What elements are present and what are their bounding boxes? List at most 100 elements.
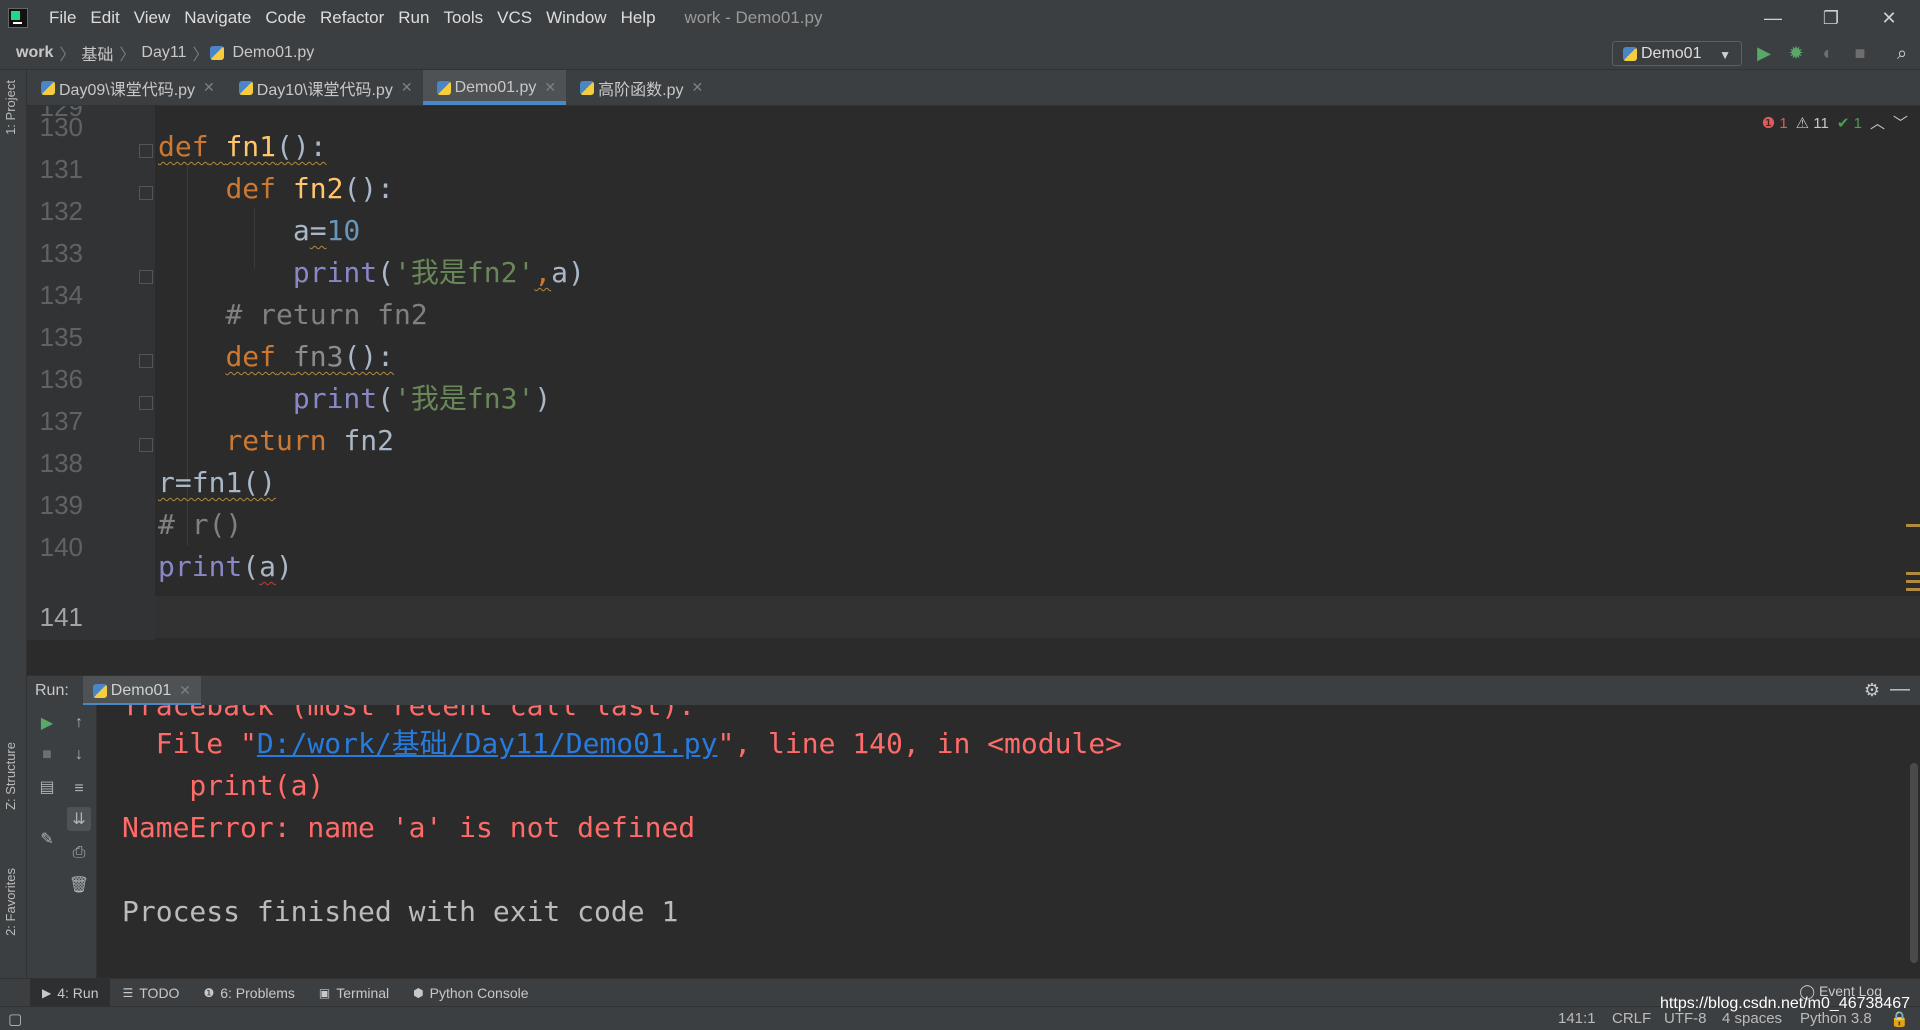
close-tab-icon[interactable]: ✕ bbox=[544, 79, 556, 96]
run-icon[interactable]: ▶ bbox=[1752, 41, 1776, 65]
editor-tab-active[interactable]: Demo01.py ✕ bbox=[422, 70, 567, 105]
breadcrumb-separator: 〉 bbox=[59, 46, 76, 64]
run-configuration-select[interactable]: Demo01 ▼ bbox=[1612, 41, 1742, 66]
error-stripe-marker[interactable] bbox=[1906, 572, 1920, 575]
menu-tools[interactable]: Tools bbox=[436, 8, 490, 28]
fold-marker-icon[interactable] bbox=[139, 438, 153, 452]
caret-position[interactable]: 141:1 bbox=[1558, 1010, 1596, 1027]
fold-marker-icon[interactable] bbox=[139, 144, 153, 158]
stop-icon[interactable]: ■ bbox=[1848, 41, 1872, 65]
code-line: def fn3(): bbox=[225, 340, 395, 373]
gear-icon[interactable]: ⚙ bbox=[1864, 680, 1880, 701]
line-number: 132 bbox=[39, 196, 83, 226]
editor-tab[interactable]: 高阶函数.py ✕ bbox=[566, 70, 713, 105]
down-arrow-icon[interactable]: ↓ bbox=[67, 743, 91, 767]
close-tab-icon[interactable]: ✕ bbox=[203, 79, 215, 96]
previous-highlight-icon[interactable]: ︿ bbox=[1870, 112, 1885, 133]
editor-tab[interactable]: Day10\课堂代码.py ✕ bbox=[225, 70, 423, 105]
menu-navigate[interactable]: Navigate bbox=[177, 8, 258, 28]
file-link[interactable]: D:/work/基础/Day11/Demo01.py bbox=[257, 727, 718, 760]
run-configuration-label: Demo01 bbox=[1641, 44, 1702, 62]
breadcrumb-folder[interactable]: 基础 bbox=[77, 41, 117, 65]
error-stripe-marker[interactable] bbox=[1906, 524, 1920, 527]
breadcrumb-subfolder[interactable]: Day11 bbox=[137, 44, 190, 62]
warning-count-badge[interactable]: ⚠ 11 bbox=[1796, 114, 1829, 132]
menu-file[interactable]: File bbox=[42, 8, 83, 28]
fold-marker-icon[interactable] bbox=[139, 396, 153, 410]
pin-tab-icon[interactable]: ✎ bbox=[35, 827, 59, 851]
run-console-output[interactable]: Traceback (most recent call last): File … bbox=[97, 705, 1920, 978]
close-tab-icon[interactable]: ✕ bbox=[691, 79, 703, 96]
minimize-window-icon[interactable]: — bbox=[1744, 0, 1802, 36]
fold-marker-icon[interactable] bbox=[139, 354, 153, 368]
menu-edit[interactable]: Edit bbox=[83, 8, 126, 28]
error-stripe-marker[interactable] bbox=[1906, 580, 1920, 583]
menu-view[interactable]: View bbox=[127, 8, 178, 28]
console-line: File "D:/work/基础/Day11/Demo01.py", line … bbox=[122, 727, 1123, 760]
run-tab[interactable]: Demo01 ✕ bbox=[82, 675, 202, 706]
menu-help[interactable]: Help bbox=[614, 8, 663, 28]
console-exit-line: Process finished with exit code 1 bbox=[122, 895, 679, 928]
editor-tab[interactable]: Day09\课堂代码.py ✕ bbox=[27, 70, 225, 105]
console-scrollbar[interactable] bbox=[1910, 763, 1918, 963]
fold-marker-icon[interactable] bbox=[139, 270, 153, 284]
code-editor[interactable]: 129 130 131 132 133 134 135 136 137 138 … bbox=[27, 106, 1920, 640]
tool-window-run[interactable]: ▶ 4: Run bbox=[30, 978, 111, 1007]
run-icon: ▶ bbox=[42, 985, 52, 1000]
rerun-icon[interactable]: ▶ bbox=[35, 711, 59, 735]
menu-run[interactable]: Run bbox=[391, 8, 436, 28]
line-number-gutter[interactable]: 129 130 131 132 133 134 135 136 137 138 … bbox=[27, 106, 155, 640]
run-tab-label: Demo01 bbox=[110, 681, 172, 699]
editor-tab-label: Demo01.py bbox=[454, 78, 537, 96]
soft-wrap-icon[interactable]: ≡ bbox=[67, 777, 91, 801]
weak-warning-count-badge[interactable]: ✔ 1 bbox=[1837, 114, 1862, 132]
print-icon[interactable]: ⎙ bbox=[67, 841, 91, 865]
restore-window-icon[interactable]: ❐ bbox=[1802, 0, 1860, 36]
tool-window-python-console[interactable]: ⬢ Python Console bbox=[401, 979, 540, 1007]
inspection-widget[interactable]: ❶ 1 ⚠ 11 ✔ 1 ︿ ﹀ bbox=[1762, 112, 1908, 133]
editor-tab-bar: Day09\课堂代码.py ✕ Day10\课堂代码.py ✕ Demo01.p… bbox=[27, 70, 1920, 106]
menu-window[interactable]: Window bbox=[539, 8, 613, 28]
tool-tab-project[interactable]: 1: Project bbox=[3, 80, 18, 135]
code-line: return fn2 bbox=[225, 424, 395, 457]
breadcrumb-project[interactable]: work bbox=[12, 44, 57, 62]
error-count-badge[interactable]: ❶ 1 bbox=[1762, 114, 1788, 132]
tool-tab-structure[interactable]: Z: Structure bbox=[3, 742, 18, 810]
code-line: print(a) bbox=[158, 550, 293, 583]
line-number: 140 bbox=[39, 532, 83, 562]
coverage-icon[interactable]: ◐ bbox=[1816, 41, 1840, 65]
debug-icon[interactable]: ✹ bbox=[1784, 41, 1808, 65]
stop-icon[interactable]: ■ bbox=[35, 743, 59, 767]
restore-layout-icon[interactable]: ▤ bbox=[35, 775, 59, 799]
python-file-icon bbox=[41, 80, 55, 95]
menu-vcs[interactable]: VCS bbox=[490, 8, 539, 28]
tool-window-terminal[interactable]: ▣ Terminal bbox=[307, 979, 401, 1007]
tool-window-todo[interactable]: ☰ TODO bbox=[110, 979, 191, 1007]
tool-window-problems[interactable]: ❶ 6: Problems bbox=[191, 979, 306, 1007]
close-window-icon[interactable]: ✕ bbox=[1860, 0, 1918, 36]
python-file-icon bbox=[238, 80, 253, 95]
breadcrumb-file[interactable]: Demo01.py bbox=[228, 44, 318, 62]
breadcrumb-separator: 〉 bbox=[119, 46, 136, 64]
error-stripe-marker[interactable] bbox=[1906, 588, 1920, 591]
line-number: 133 bbox=[39, 238, 83, 268]
menu-refactor[interactable]: Refactor bbox=[313, 8, 391, 28]
next-highlight-icon[interactable]: ﹀ bbox=[1893, 112, 1908, 133]
close-tab-icon[interactable]: ✕ bbox=[401, 79, 413, 96]
close-tab-icon[interactable]: ✕ bbox=[179, 682, 191, 699]
clear-all-icon[interactable]: 🗑 bbox=[67, 873, 91, 897]
scroll-to-end-icon[interactable]: ⇊ bbox=[67, 807, 91, 831]
fold-marker-icon[interactable] bbox=[139, 186, 153, 200]
left-tool-strip: 1: Project Z: Structure 2: Favorites bbox=[0, 70, 27, 978]
python-file-icon bbox=[580, 80, 595, 95]
hide-panel-icon[interactable]: — bbox=[1890, 678, 1910, 701]
menu-code[interactable]: Code bbox=[258, 8, 313, 28]
up-arrow-icon[interactable]: ↑ bbox=[67, 711, 91, 735]
tool-windows-toggle-icon[interactable]: ▢ bbox=[8, 1010, 22, 1028]
line-separator[interactable]: CRLF bbox=[1612, 1010, 1651, 1027]
breadcrumb-separator: 〉 bbox=[192, 46, 209, 64]
search-icon[interactable]: ⌕ bbox=[1890, 41, 1914, 65]
tool-tab-favorites[interactable]: 2: Favorites bbox=[3, 868, 18, 936]
code-line: r=fn1() bbox=[158, 466, 277, 499]
watermark-text: https://blog.csdn.net/m0_46738467 bbox=[1660, 995, 1910, 1012]
